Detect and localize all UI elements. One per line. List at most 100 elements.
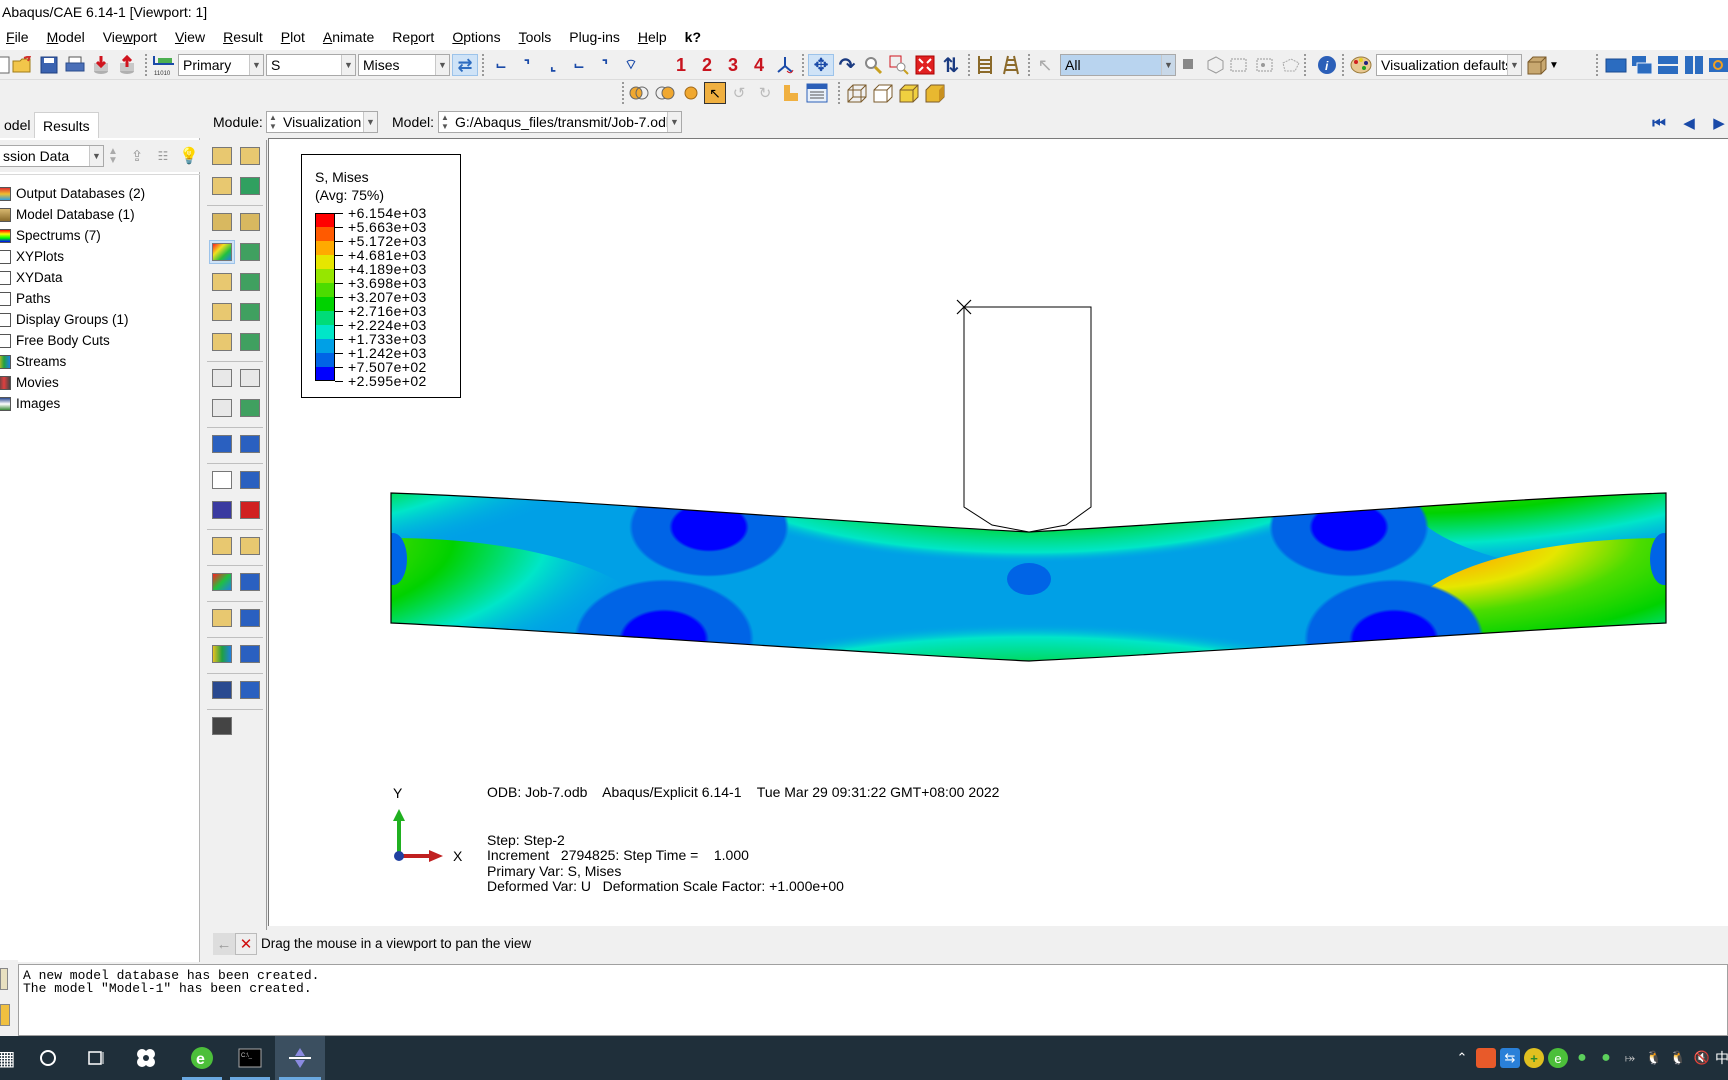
print-icon[interactable] [64, 54, 86, 76]
tree-item-movies[interactable]: Movies [0, 372, 59, 393]
tree-item-spectrums[interactable]: Spectrums (7) [0, 225, 101, 246]
info-icon[interactable]: i [1316, 54, 1338, 76]
rotate-icon[interactable]: ↷ [836, 54, 858, 77]
render-shaded-icon[interactable] [924, 82, 946, 104]
tree-item-output-databases[interactable]: Output Databases (2) [0, 183, 145, 204]
view-zy-icon[interactable]: ⌝ [592, 54, 618, 76]
menu-file[interactable]: File [0, 29, 38, 45]
module-select[interactable]: ▲ ▼ Visualization ▼ [266, 111, 378, 133]
stream-manager-icon[interactable] [237, 642, 263, 666]
plot-deformed-shape-icon[interactable] [237, 210, 263, 234]
magnify-icon[interactable] [862, 54, 884, 76]
plot-allowed-icon[interactable] [237, 174, 263, 198]
symbol-options-icon[interactable] [237, 270, 263, 294]
save-icon[interactable] [38, 54, 60, 76]
selection-filter-select[interactable]: All ▼ [1060, 54, 1176, 76]
animate-harmonic-icon[interactable] [209, 396, 235, 420]
browser-app-icon[interactable]: e [178, 1036, 226, 1080]
tree-item-paths[interactable]: Paths [0, 288, 51, 309]
tree-item-streams[interactable]: Streams [0, 351, 66, 372]
lightbulb-icon[interactable]: 💡 [178, 145, 200, 167]
menu-help[interactable]: Help [629, 29, 676, 45]
menu-viewport[interactable]: Viewport [94, 29, 166, 45]
tray-wechat-icon-2[interactable]: ● [1596, 1048, 1616, 1068]
query-probe-icon[interactable] [209, 714, 235, 738]
viewport[interactable]: S, Mises (Avg: 75%) +6.154e+03 +5.663e+03… [268, 138, 1728, 926]
undo-icon[interactable]: ↺ [728, 82, 750, 104]
selection-options-icon[interactable] [1178, 54, 1200, 76]
cursor-select-icon[interactable]: ↖ [704, 82, 726, 104]
plot-undeformed-shape-icon[interactable] [209, 210, 235, 234]
pinwheel-app-icon[interactable] [122, 1036, 170, 1080]
box-zoom-icon[interactable] [888, 54, 910, 76]
field-output-variable-select[interactable]: S ▼ [266, 54, 356, 76]
plot-undeformed-icon[interactable] [209, 144, 235, 168]
tray-expand-icon[interactable]: ⌃ [1452, 1048, 1472, 1068]
import-icon[interactable] [90, 54, 112, 76]
tree-filter-select[interactable]: ssion Data ▼ [0, 145, 104, 167]
menu-report[interactable]: Report [383, 29, 443, 45]
tree-filter-icon[interactable]: ☷ [152, 145, 174, 167]
contour-options-icon[interactable] [237, 240, 263, 264]
cycle-icon[interactable]: ⇅ [940, 54, 962, 77]
plot-uniform-icon[interactable] [209, 174, 235, 198]
tray-volume-muted-icon[interactable]: 🔇 [1692, 1048, 1712, 1068]
display-group-icon[interactable] [1280, 54, 1302, 76]
render-style-dropdown-icon[interactable]: ▼ [1548, 54, 1560, 76]
boolean-intersect-icon[interactable] [654, 82, 676, 104]
message-area[interactable]: A new model database has been created. Th… [18, 964, 1728, 1036]
view-cut-manager-icon[interactable] [209, 432, 235, 456]
animation-options-icon[interactable] [237, 396, 263, 420]
field-output-dialog-icon[interactable]: 11010 [152, 54, 176, 76]
create-probe-icon[interactable] [209, 570, 235, 594]
render-style-icon[interactable] [1526, 54, 1548, 76]
auto-fit-icon[interactable] [914, 54, 936, 76]
user-view-4-button[interactable]: 4 [748, 54, 770, 76]
path-plot-icon[interactable] [237, 498, 263, 522]
animate-scale-factor-icon[interactable] [209, 366, 235, 390]
free-body-manager-icon[interactable] [237, 606, 263, 630]
viewport-cascade-icon[interactable] [1630, 54, 1654, 76]
display-options-select[interactable]: Visualization defaults ▼ [1376, 54, 1522, 76]
view-zx-icon[interactable]: ⌞ [540, 54, 566, 76]
rotate-triad-icon[interactable] [774, 54, 796, 76]
annotation-manager-icon[interactable] [806, 82, 828, 104]
python-console-icon[interactable] [0, 1004, 10, 1026]
menu-model[interactable]: Model [38, 29, 94, 45]
menu-options[interactable]: Options [443, 29, 509, 45]
tree-item-model-database[interactable]: Model Database (1) [0, 204, 135, 225]
select-cursor-icon[interactable]: ↖ [1034, 54, 1056, 76]
tray-qq-icon[interactable]: 🐧 [1644, 1048, 1664, 1068]
animate-time-history-icon[interactable] [237, 366, 263, 390]
tray-wechat-icon[interactable]: ● [1572, 1048, 1592, 1068]
view-xz-icon[interactable]: ⌙ [566, 54, 592, 76]
viewport-tile-vertical-icon[interactable] [1682, 54, 1706, 76]
tree-item-display-groups[interactable]: Display Groups (1) [0, 309, 129, 330]
create-xy-data-icon[interactable] [209, 468, 235, 492]
create-transform-icon[interactable] [209, 678, 235, 702]
perspective-off-icon[interactable] [974, 54, 996, 76]
tree-item-xydata[interactable]: XYData [0, 267, 63, 288]
field-output-invariant-select[interactable]: Mises ▼ [358, 54, 450, 76]
create-display-group-icon[interactable] [209, 534, 235, 558]
plot-symbols-icon[interactable] [209, 270, 235, 294]
context-help-icon[interactable]: k? [676, 29, 710, 45]
menu-view[interactable]: View [166, 29, 214, 45]
back-arrow-icon[interactable]: ← [213, 933, 235, 955]
user-view-3-button[interactable]: 3 [722, 54, 744, 76]
render-filled-icon[interactable] [898, 82, 920, 104]
message-tab-icon[interactable] [0, 968, 8, 990]
transform-manager-icon[interactable] [237, 678, 263, 702]
tray-qq-icon-2[interactable]: 🐧 [1668, 1048, 1688, 1068]
tray-teamviewer-icon[interactable]: ⇆ [1500, 1048, 1520, 1068]
redo-icon[interactable]: ↻ [754, 82, 776, 104]
add-display-icon[interactable] [1228, 54, 1250, 76]
task-view-icon[interactable] [72, 1036, 120, 1080]
user-view-1-button[interactable]: 1 [670, 54, 692, 76]
tree-parent-icon[interactable]: ⇪ [126, 145, 148, 167]
abaqus-app-icon[interactable] [275, 1036, 325, 1080]
tab-results[interactable]: Results [34, 112, 99, 138]
cancel-icon[interactable]: ✕ [235, 933, 257, 955]
terminal-app-icon[interactable]: C:\_ [226, 1036, 274, 1080]
render-wireframe-icon[interactable] [846, 82, 868, 104]
